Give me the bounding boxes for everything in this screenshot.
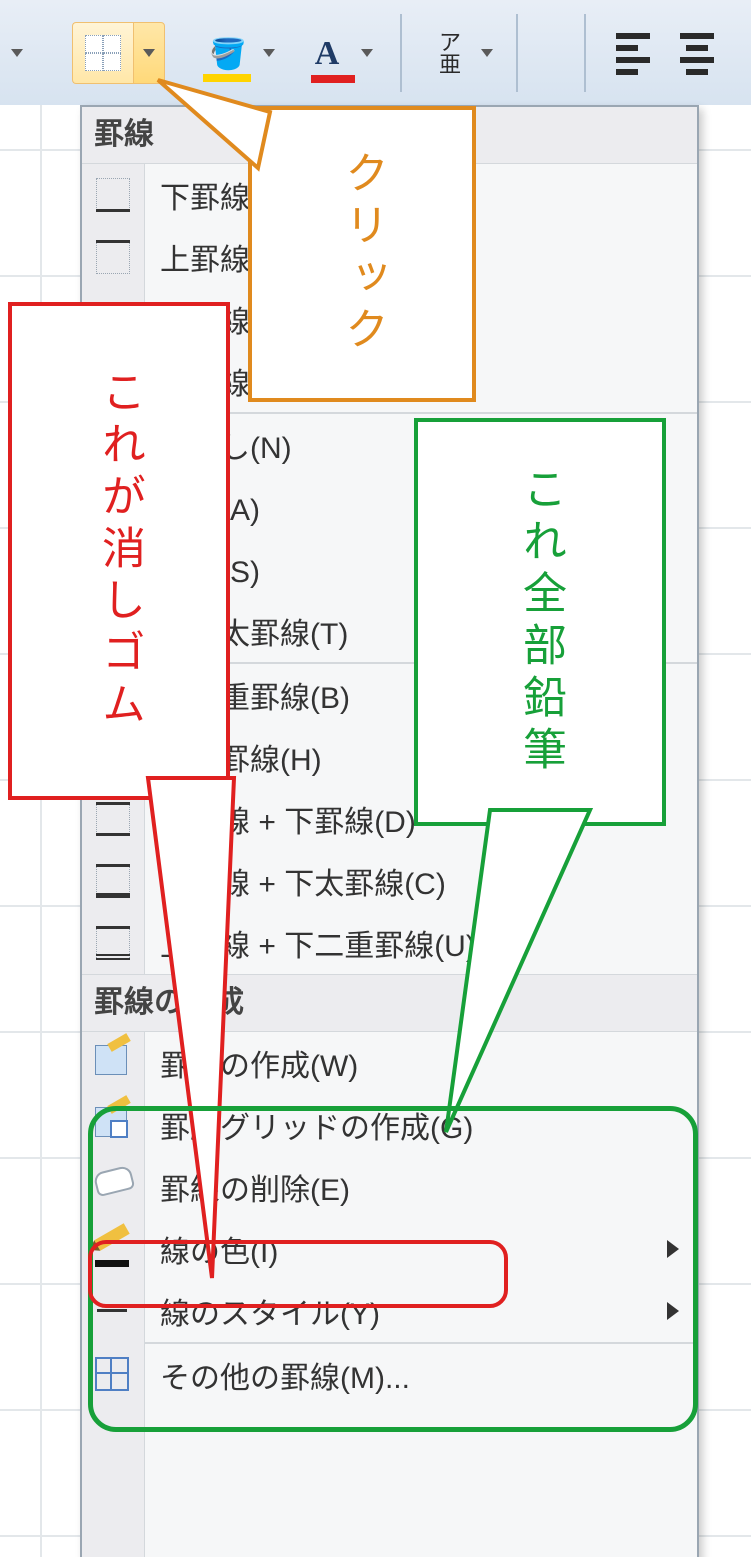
orientation-icon: ア 亜 — [425, 32, 475, 76]
font-color-icon: A — [315, 35, 340, 73]
border-top-icon — [82, 240, 144, 274]
ribbon-separator — [516, 14, 518, 92]
border-top-bottom-icon — [82, 802, 144, 836]
callout-eraser-text: これが消しゴム — [87, 369, 151, 733]
align-center-icon — [680, 33, 714, 75]
callout-pencil: これ全部鉛筆 — [414, 418, 666, 826]
callout-eraser: これが消しゴム — [8, 302, 230, 800]
highlight-eraser-item — [88, 1240, 508, 1308]
callout-pencil-text: これ全部鉛筆 — [508, 466, 572, 778]
callout-click-pointer — [150, 60, 310, 180]
orientation-button[interactable]: ア 亜 — [424, 22, 476, 86]
border-top-thick-bottom-icon — [82, 864, 144, 898]
generic-dropdown-caret[interactable] — [6, 22, 28, 84]
ribbon: 🪣 A ア 亜 — [0, 0, 751, 107]
callout-click-text: クリック — [330, 150, 394, 358]
align-left-button[interactable] — [608, 22, 658, 86]
orientation-dropdown[interactable] — [476, 22, 498, 84]
draw-border-icon — [82, 1045, 144, 1081]
callout-pencil-pointer — [440, 810, 610, 1140]
font-color-dropdown[interactable] — [356, 22, 378, 84]
border-bottom-icon — [82, 178, 144, 212]
align-left-icon — [616, 33, 650, 75]
border-grid-icon — [85, 35, 121, 71]
align-center-button[interactable] — [672, 22, 722, 86]
ribbon-separator — [400, 14, 402, 92]
borders-button-main[interactable] — [72, 22, 133, 84]
border-top-double-bottom-icon — [82, 926, 144, 960]
ribbon-separator — [584, 14, 586, 92]
